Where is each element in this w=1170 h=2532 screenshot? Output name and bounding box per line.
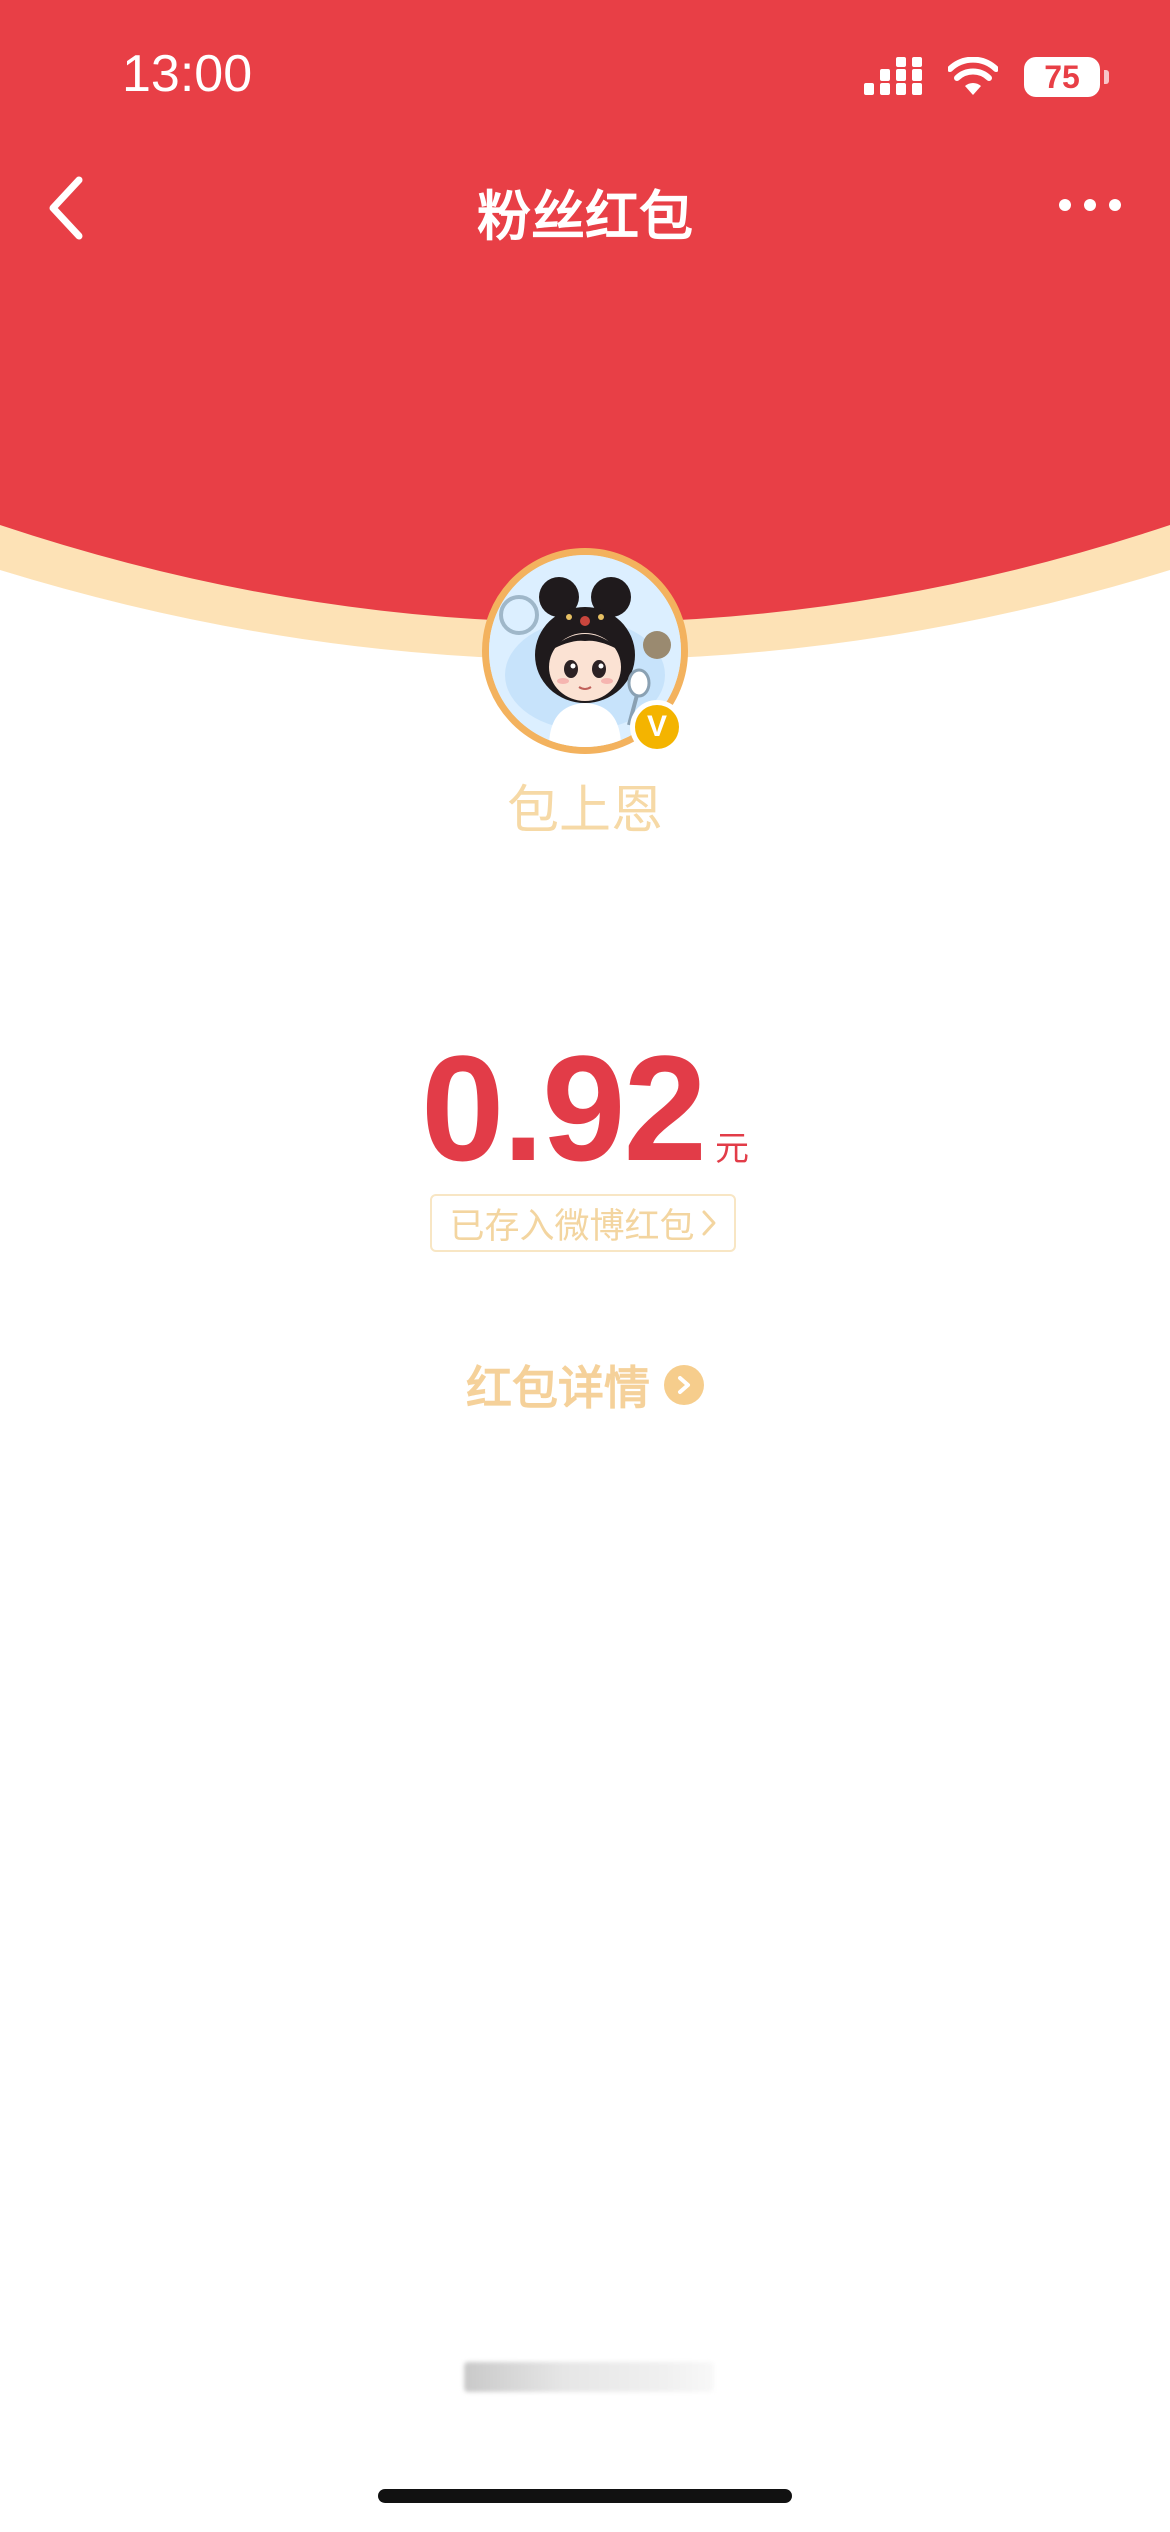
sender-name[interactable]: 包上恩 [0,768,1170,843]
blurred-footer-text [464,2362,714,2392]
verified-badge: V [630,700,684,754]
verified-v-icon: V [635,705,679,749]
arrow-circle-icon [664,1365,704,1405]
saved-link-label: 已存入微博红包 [449,1206,695,1247]
signal-icon [864,57,922,95]
page-title: 粉丝红包 [477,185,693,248]
packet-details-link[interactable]: 红包详情 [0,1352,1170,1418]
wifi-icon [948,57,998,95]
home-indicator[interactable] [378,2489,792,2503]
amount-value: 0.92 [421,1024,707,1192]
saved-to-weibo-wallet-link[interactable]: 已存入微博红包 [430,1194,736,1252]
more-dots-icon [1059,199,1121,211]
amount-row: 0.92 元 [0,1022,1170,1195]
battery-indicator: 75 [1024,57,1109,97]
chevron-right-icon [702,1210,715,1236]
amount-unit: 元 [714,1129,749,1169]
details-label: 红包详情 [466,1361,650,1415]
more-button[interactable] [1050,180,1130,230]
status-time: 13:00 [122,45,253,103]
status-icons: 75 [864,52,1109,102]
red-packet-page: 13:00 75 粉丝红包 V 包上恩 0.92 元 已存入微博红包 红包详情 [0,0,1170,2532]
